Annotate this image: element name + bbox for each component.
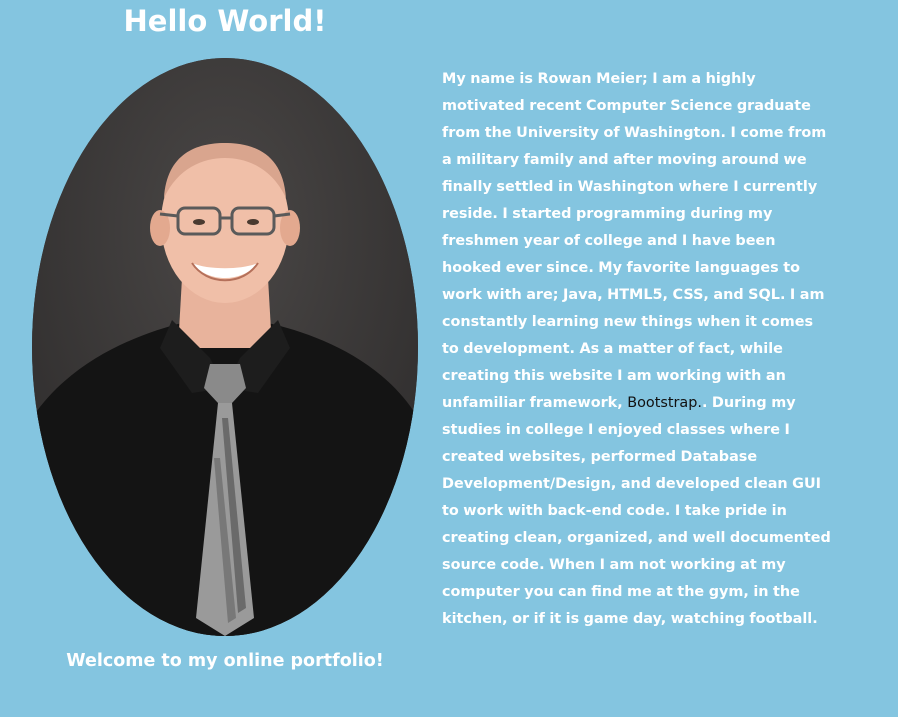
bio-text-end: . During my studies in college I enjoyed…: [442, 395, 831, 627]
bio-paragraph: My name is Rowan Meier; I am a highly mo…: [442, 66, 834, 633]
portrait-illustration: [32, 58, 418, 636]
bio-text-start: My name is Rowan Meier; I am a highly mo…: [442, 71, 827, 411]
page-title: Hello World!: [123, 4, 327, 38]
bootstrap-link[interactable]: Bootstrap.: [627, 395, 702, 411]
welcome-caption: Welcome to my online portfolio!: [66, 651, 384, 671]
profile-photo: [32, 58, 418, 636]
